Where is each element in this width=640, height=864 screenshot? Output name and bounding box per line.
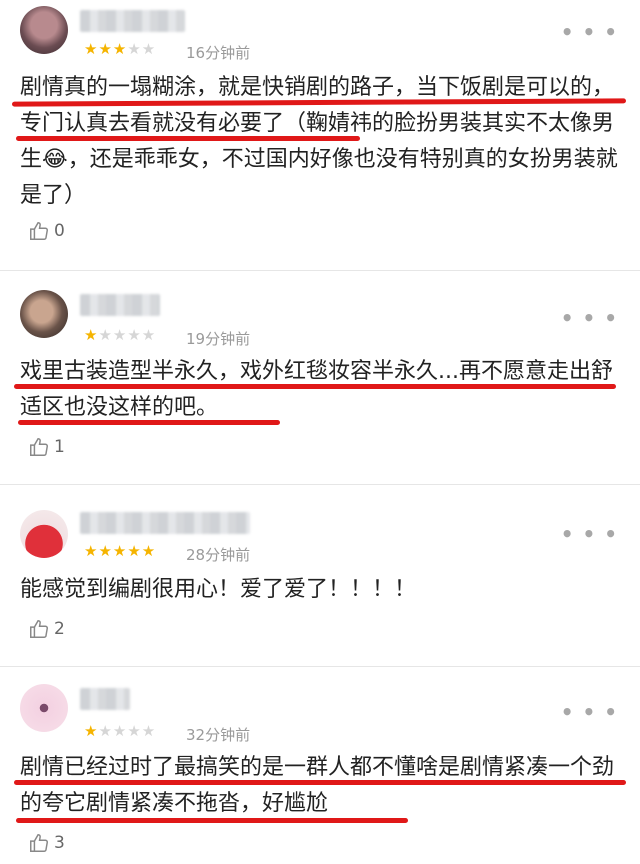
like-count: 0: [54, 221, 65, 241]
comment-text: 能感觉到编剧很用心！爱了爱了！！！！: [20, 577, 417, 602]
username-blurred[interactable]: [80, 10, 185, 32]
rating-stars: ★★★★★: [84, 542, 157, 560]
username-blurred[interactable]: [80, 512, 250, 534]
divider: [0, 666, 640, 667]
divider: [0, 270, 640, 271]
comment-text: 戏里古装造型半永久，戏外红毯妆容半永久...再不愿意走出舒适区也没这样的吧。: [20, 359, 613, 420]
like-count: 1: [54, 437, 65, 457]
divider: [0, 484, 640, 485]
comment-text: 剧情已经过时了最搞笑的是一群人都不懂啥是剧情紧凑一个劲的夸它剧情紧凑不拖沓，好尴…: [20, 755, 615, 816]
more-icon[interactable]: • • •: [561, 20, 618, 44]
underline-mark: [16, 136, 360, 141]
comment-item: ★★★★★ 19分钟前 • • • 戏里古装造型半永久，戏外红毯妆容半永久...…: [0, 280, 640, 480]
comment-time: 32分钟前: [186, 726, 251, 744]
comment-item: ★★★★★ 28分钟前 • • • 能感觉到编剧很用心！爱了爱了！！！！ 2: [0, 494, 640, 664]
comment-time: 19分钟前: [186, 330, 251, 348]
comment-time: 16分钟前: [186, 44, 251, 62]
underline-mark: [16, 818, 408, 823]
more-icon[interactable]: • • •: [561, 306, 618, 330]
rating-stars: ★★★★★: [84, 722, 157, 740]
underline-mark: [14, 780, 626, 785]
like-count: 3: [54, 833, 65, 853]
underline-mark: [18, 420, 280, 425]
comment-text: 剧情真的一塌糊涂，就是快销剧的路子，当下饭剧是可以的，专门认真去看就没有必要了（…: [20, 75, 618, 208]
more-icon[interactable]: • • •: [561, 522, 618, 546]
thumbs-up-icon: [30, 438, 48, 456]
rating-stars: ★★★★★: [84, 326, 157, 344]
like-button[interactable]: 0: [28, 220, 65, 242]
avatar[interactable]: [20, 684, 68, 732]
comment-time: 28分钟前: [186, 546, 251, 564]
thumbs-up-icon: [30, 834, 48, 852]
avatar[interactable]: [20, 6, 68, 54]
like-button[interactable]: 3: [28, 832, 65, 854]
thumbs-up-icon: [30, 222, 48, 240]
rating-stars: ★★★★★: [84, 40, 157, 58]
comment-item: ★★★★★ 16分钟前 • • • 剧情真的一塌糊涂，就是快销剧的路子，当下饭剧…: [0, 0, 640, 270]
username-blurred[interactable]: [80, 688, 130, 710]
like-button[interactable]: 1: [28, 436, 65, 458]
like-count: 2: [54, 619, 65, 639]
avatar[interactable]: [20, 290, 68, 338]
underline-mark: [14, 384, 616, 389]
avatar[interactable]: [20, 510, 68, 558]
comment-item: ★★★★★ 32分钟前 • • • 剧情已经过时了最搞笑的是一群人都不懂啥是剧情…: [0, 676, 640, 864]
thumbs-up-icon: [30, 620, 48, 638]
username-blurred[interactable]: [80, 294, 160, 316]
more-icon[interactable]: • • •: [561, 700, 618, 724]
like-button[interactable]: 2: [28, 618, 65, 640]
